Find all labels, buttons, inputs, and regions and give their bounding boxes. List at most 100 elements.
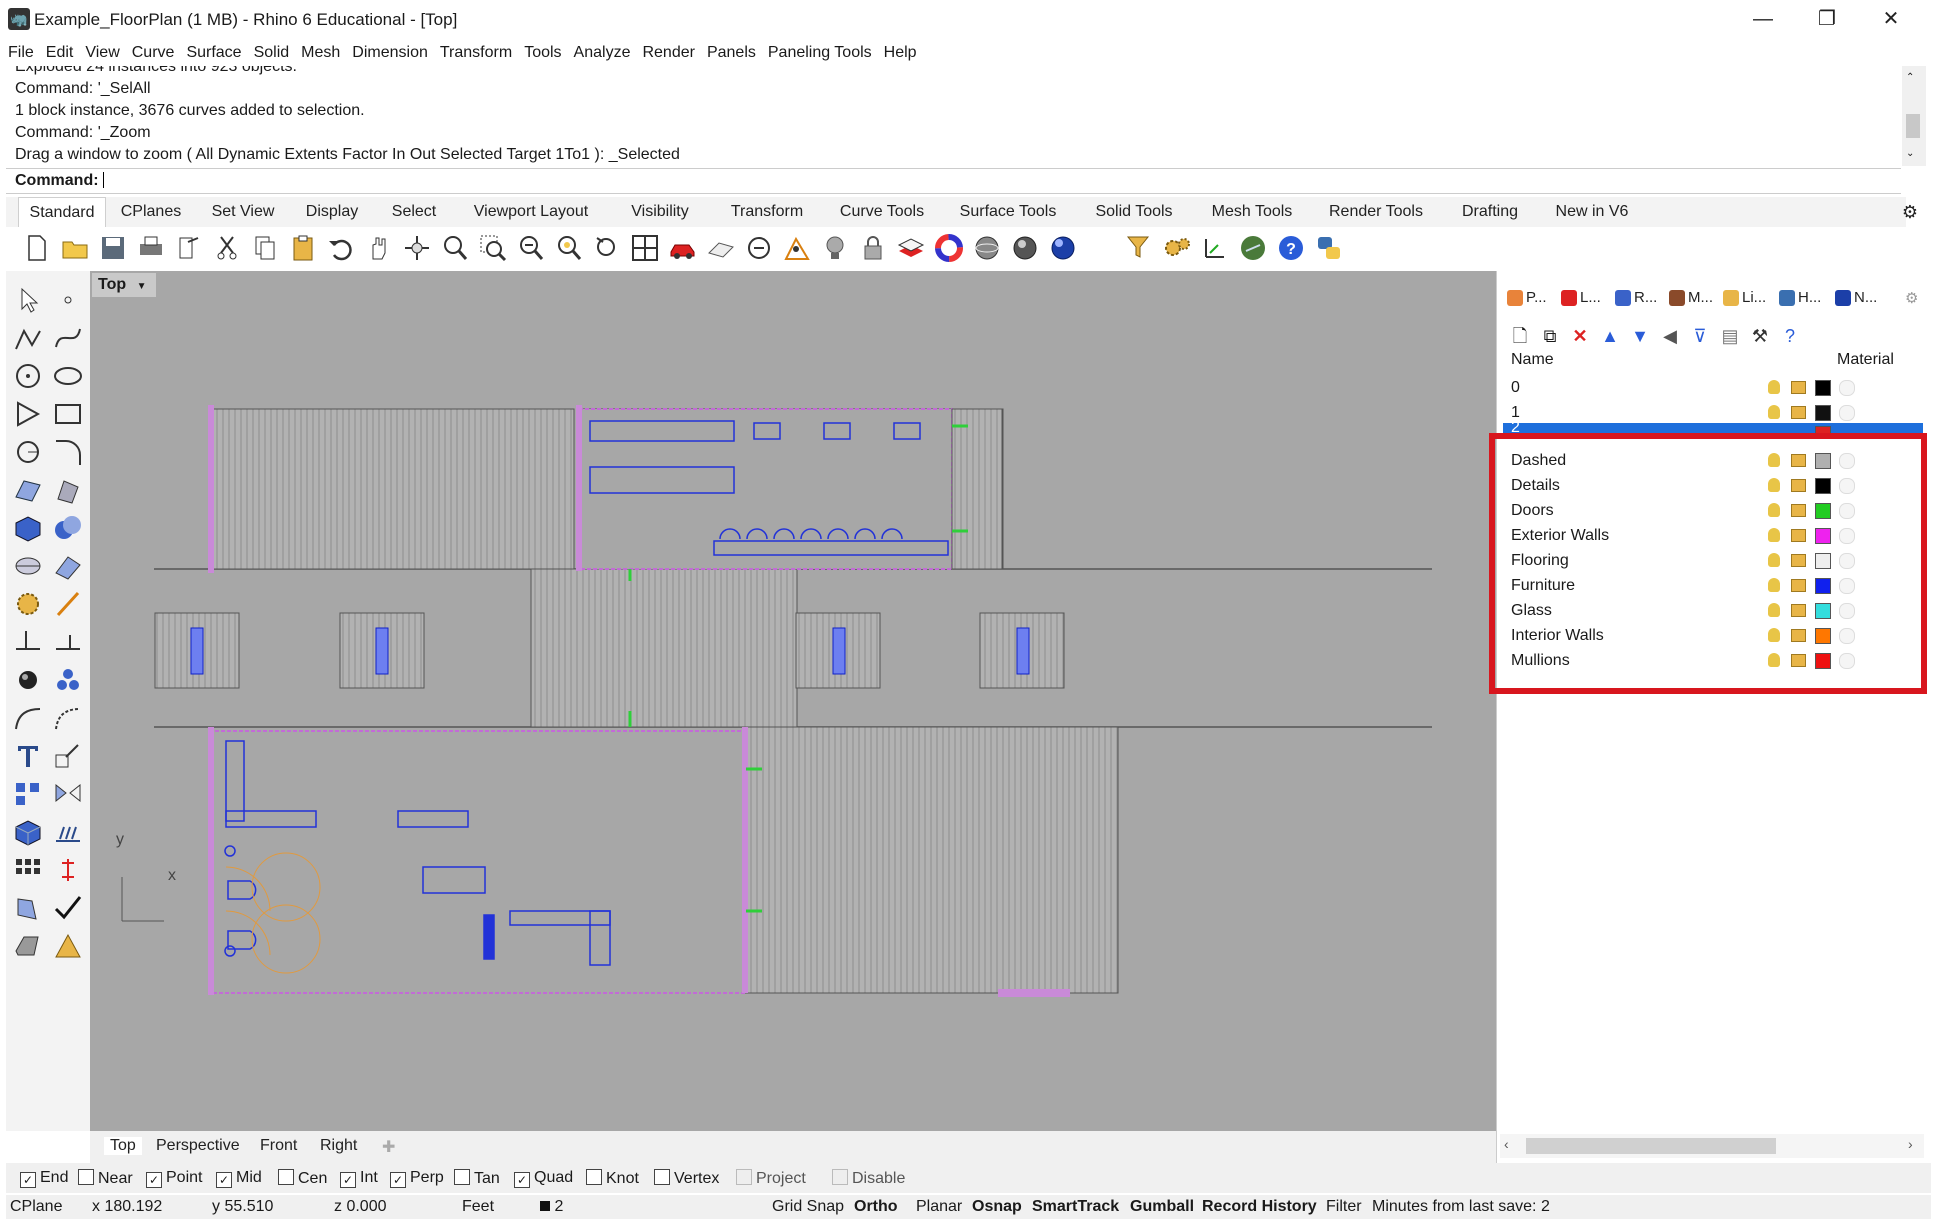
viewport-tab-front[interactable]: Front (260, 1137, 297, 1155)
save-icon[interactable] (98, 233, 128, 263)
tab-standard[interactable]: Standard (18, 197, 106, 228)
menu-edit[interactable]: Edit (38, 40, 78, 62)
layer-row-0[interactable]: 0 (1503, 375, 1923, 400)
gumball-toggle[interactable]: Gumball (1130, 1198, 1194, 1216)
array-icon[interactable] (12, 779, 44, 809)
menu-analyze[interactable]: Analyze (566, 40, 635, 62)
distance-icon[interactable] (744, 233, 774, 263)
circle-icon[interactable] (12, 361, 44, 391)
ellipse-icon[interactable] (52, 361, 84, 391)
mirror-icon[interactable] (52, 779, 84, 809)
analyze-icon[interactable] (12, 893, 44, 923)
layer-tools-icon[interactable]: ⚒ (1749, 325, 1771, 347)
move-left-icon[interactable]: ◀ (1659, 325, 1681, 347)
surface-icon[interactable] (12, 475, 44, 505)
menu-tools[interactable]: Tools (516, 40, 565, 62)
zoom-extents-icon[interactable] (516, 233, 546, 263)
panel-scrollbar[interactable]: ‹ › (1500, 1134, 1924, 1158)
move-up-icon[interactable]: ▲ (1599, 325, 1621, 347)
extrude-surface-icon[interactable] (52, 475, 84, 505)
viewport-title-tab[interactable]: Top ▼ (92, 273, 156, 297)
grasshopper-icon[interactable] (1238, 233, 1268, 263)
osnap-int[interactable]: ✓ Int (340, 1169, 378, 1188)
panel-tab-libraries[interactable]: Li... (1723, 289, 1766, 307)
named-views-car-icon[interactable] (668, 233, 698, 263)
hatch-icon[interactable] (52, 817, 84, 847)
osnap-cen[interactable]: Cen (278, 1169, 327, 1188)
panel-help-icon[interactable]: ? (1779, 325, 1801, 347)
fillet-icon[interactable] (52, 437, 84, 467)
open-folder-icon[interactable] (60, 233, 90, 263)
current-layer[interactable]: 2 (540, 1198, 563, 1216)
new-file-icon[interactable] (22, 233, 52, 263)
pan-hand-icon[interactable] (364, 233, 394, 263)
smarttrack-toggle[interactable]: SmartTrack (1032, 1198, 1119, 1216)
viewport-tab-right[interactable]: Right (320, 1137, 357, 1155)
shade-icon[interactable] (12, 931, 44, 961)
polygon-icon[interactable] (12, 399, 44, 429)
block-icon[interactable] (12, 817, 44, 847)
python-icon[interactable] (1314, 233, 1344, 263)
viewport-tab-perspective[interactable]: Perspective (156, 1137, 240, 1155)
zoom-window-icon[interactable] (478, 233, 508, 263)
grid-snap-toggle[interactable]: Grid Snap (772, 1198, 844, 1216)
pyramid-icon[interactable] (52, 931, 84, 961)
tab-surface-tools[interactable]: Surface Tools (946, 197, 1070, 227)
point-icon[interactable] (52, 285, 84, 315)
close-button[interactable]: ✕ (1868, 4, 1914, 34)
rendered-sphere-icon[interactable] (1048, 233, 1078, 263)
tab-select[interactable]: Select (380, 197, 448, 227)
tab-curve-tools[interactable]: Curve Tools (828, 197, 936, 227)
history-scrollbar[interactable]: ⌃ ⌄ (1902, 66, 1926, 166)
top-viewport[interactable]: y x (90, 271, 1496, 1131)
polyline-icon[interactable] (12, 323, 44, 353)
zoom-selected-icon[interactable] (554, 233, 584, 263)
osnap-vertex[interactable]: Vertex (654, 1169, 719, 1188)
tools-icon[interactable]: ▤ (1719, 325, 1741, 347)
options-gears-icon[interactable] (1162, 233, 1192, 263)
cplane-icon[interactable] (706, 233, 736, 263)
restore-button[interactable]: ❐ (1804, 4, 1850, 34)
boolean-union-icon[interactable] (52, 513, 84, 543)
osnap-quad[interactable]: ✓ Quad (514, 1169, 573, 1188)
delete-layer-icon[interactable]: ✕ (1569, 325, 1591, 347)
tab-cplanes[interactable]: CPlanes (110, 197, 192, 227)
help-icon[interactable]: ? (1276, 233, 1306, 263)
viewport-tab-top[interactable]: Top (104, 1137, 142, 1155)
menu-transform[interactable]: Transform (432, 40, 516, 62)
unlock-icon[interactable] (1791, 406, 1806, 419)
new-layer-icon[interactable]: 🗋 (1509, 325, 1531, 347)
menu-curve[interactable]: Curve (124, 40, 179, 62)
osnap-mid[interactable]: ✓ Mid (216, 1169, 262, 1188)
material-swatch[interactable] (1839, 380, 1855, 396)
panel-tab-materials[interactable]: M... (1669, 289, 1713, 307)
osnap-perp[interactable]: ✓ Perp (390, 1169, 444, 1188)
four-viewports-icon[interactable] (630, 233, 660, 263)
export-icon[interactable] (174, 233, 204, 263)
light-bulb-icon[interactable] (820, 233, 850, 263)
mesh-icon[interactable] (12, 551, 44, 581)
gumball-icon[interactable] (1200, 233, 1230, 263)
gear-icon[interactable]: ⚙ (1900, 197, 1920, 227)
copy-icon[interactable] (250, 233, 280, 263)
cplane-label[interactable]: CPlane (10, 1198, 62, 1216)
menu-dimension[interactable]: Dimension (344, 40, 432, 62)
join-icon[interactable] (52, 627, 84, 657)
dimension-icon[interactable] (52, 855, 84, 885)
panel-tab-properties[interactable]: P... (1507, 289, 1547, 307)
print-icon[interactable] (136, 233, 166, 263)
mesh-plane-icon[interactable] (52, 551, 84, 581)
color-wheel-icon[interactable] (934, 233, 964, 263)
filter-icon[interactable]: ⊽ (1689, 325, 1711, 347)
split-icon[interactable] (12, 627, 44, 657)
move-down-icon[interactable]: ▼ (1629, 325, 1651, 347)
osnap-near[interactable]: Near (78, 1169, 133, 1188)
osnap-icon[interactable] (782, 233, 812, 263)
scroll-right-icon[interactable]: › (1908, 1136, 1913, 1152)
offset-icon[interactable] (12, 703, 44, 733)
layer-color[interactable] (1815, 380, 1831, 396)
grid-array-icon[interactable] (12, 855, 44, 885)
planar-toggle[interactable]: Planar (916, 1198, 962, 1216)
tab-render-tools[interactable]: Render Tools (1316, 197, 1436, 227)
rotate-view-icon[interactable] (402, 233, 432, 263)
